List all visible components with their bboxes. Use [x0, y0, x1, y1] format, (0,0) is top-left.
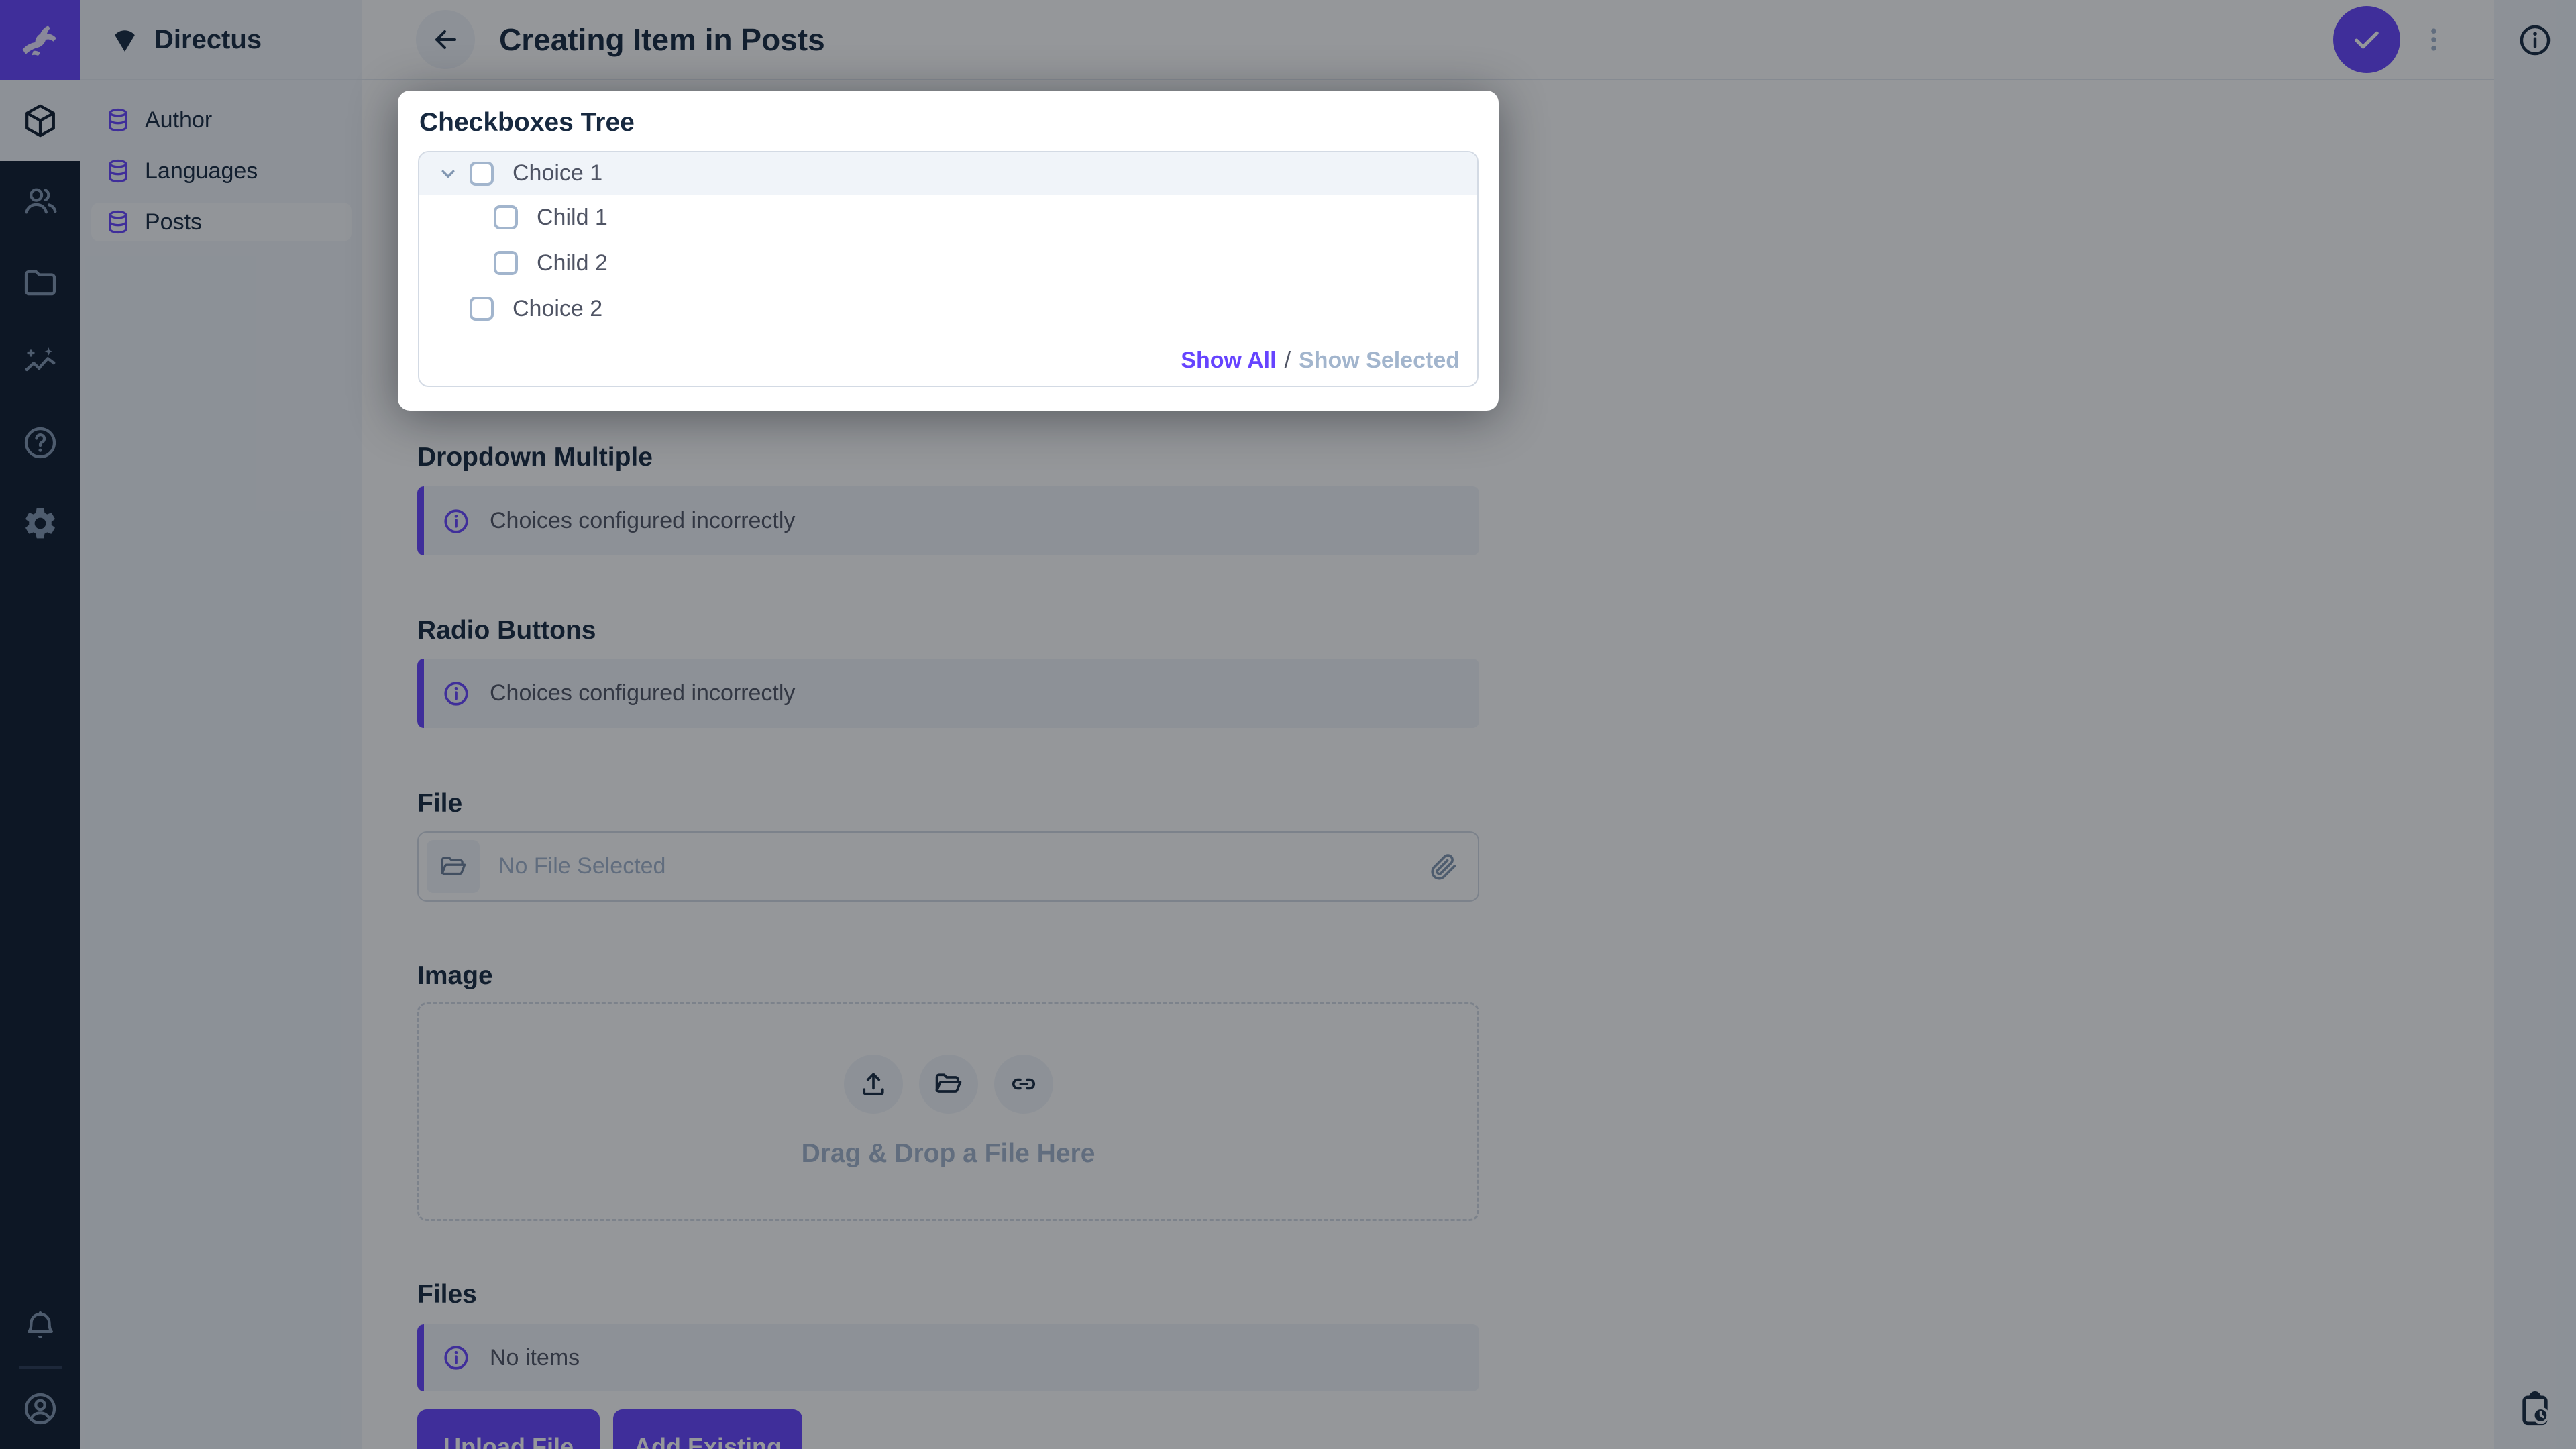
tree-item-label: Choice 1	[513, 160, 602, 186]
checkbox[interactable]	[470, 162, 494, 186]
checkbox[interactable]	[470, 297, 494, 321]
checkbox[interactable]	[494, 251, 518, 275]
tree-item-label: Child 1	[537, 205, 608, 231]
tree-row-child-1[interactable]: Child 1	[419, 195, 1477, 240]
chevron-down-icon[interactable]	[437, 162, 460, 185]
checkbox[interactable]	[494, 205, 518, 229]
tree-row-choice-2[interactable]: Choice 2	[419, 286, 1477, 331]
tree-item-label: Choice 2	[513, 296, 602, 322]
footer-separator: /	[1285, 347, 1291, 374]
show-all-link[interactable]: Show All	[1181, 347, 1276, 374]
tree-row-choice-1[interactable]: Choice 1	[419, 152, 1477, 195]
checkboxes-tree: Choice 1 Child 1 Child 2 Choice 2 Show A…	[418, 151, 1479, 387]
show-selected-link[interactable]: Show Selected	[1299, 347, 1460, 374]
tree-item-label: Child 2	[537, 250, 608, 276]
tree-footer: Show All / Show Selected	[1181, 347, 1460, 374]
tree-row-child-2[interactable]: Child 2	[419, 240, 1477, 286]
popup-field-label: Checkboxes Tree	[419, 108, 1479, 138]
checkboxes-tree-popup: Checkboxes Tree Choice 1 Child 1 Child 2…	[398, 91, 1499, 411]
